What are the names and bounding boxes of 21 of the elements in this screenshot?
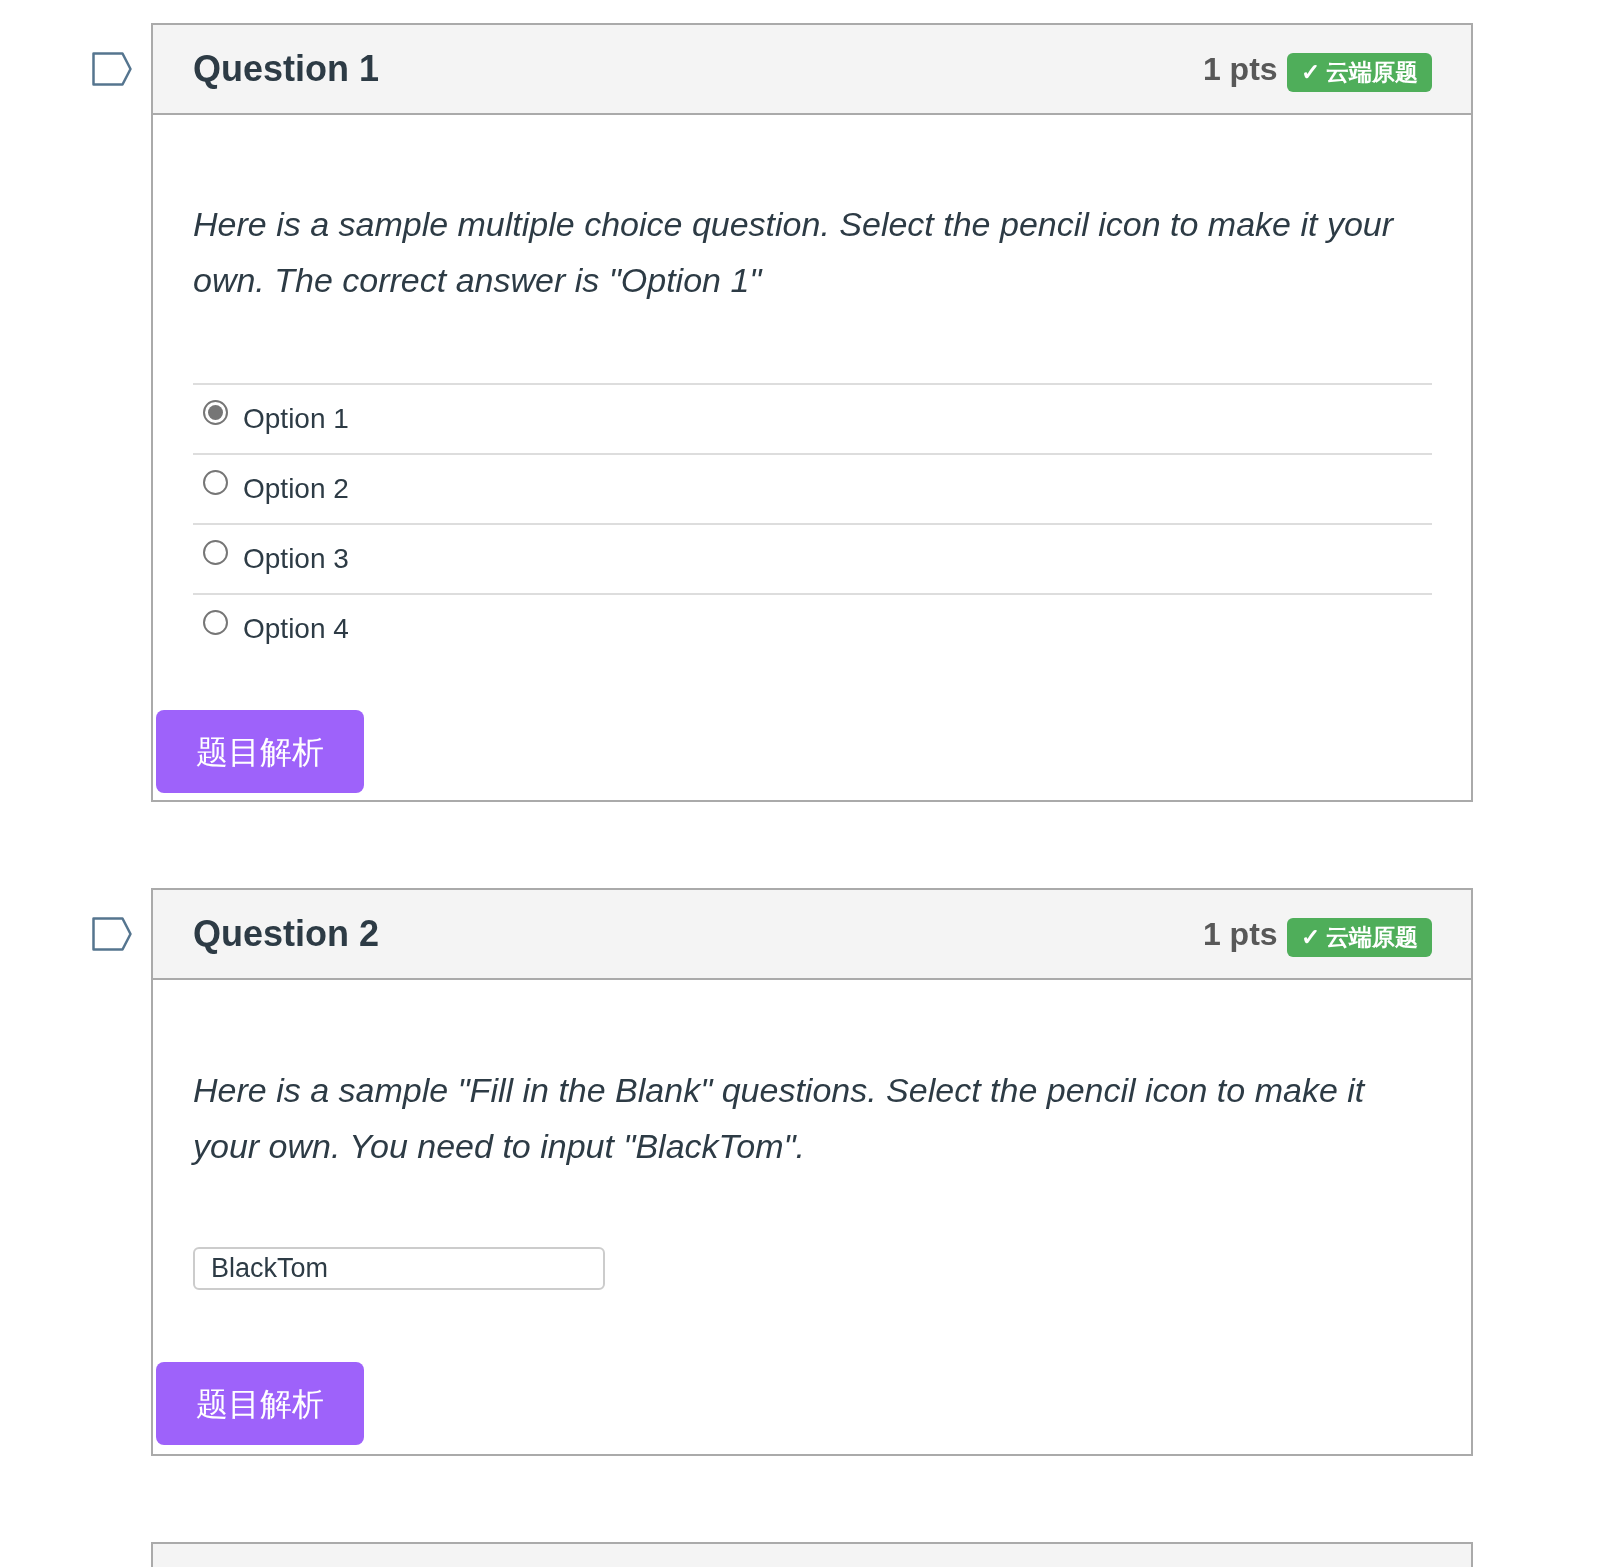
question-text: Here is a sample "Fill in the Blank" questions. Select the pencil icon to make it your own. You need to input "BlackTom". [193,1070,1367,1167]
source-badge: ✓ 云端原题 [1286,917,1432,957]
radio-button[interactable] [203,539,228,565]
tag-icon[interactable] [92,917,132,951]
option-label[interactable]: Option 3 [243,538,349,580]
explanation-button[interactable]: 题目解析 [156,1362,364,1445]
radio-button[interactable] [203,609,228,635]
question-title: Question 2 [193,912,380,956]
answer-field[interactable]: BlackTom [193,1247,605,1290]
option-label[interactable]: Option 2 [243,468,349,510]
question-title: Question 1 [193,47,380,91]
radio-button[interactable] [203,469,228,495]
option-label[interactable]: Option 1 [243,398,349,440]
tag-icon[interactable] [92,52,132,86]
explanation-button[interactable]: 题目解析 [156,710,364,793]
source-badge: ✓ 云端原题 [1286,52,1432,92]
option-label[interactable]: Option 4 [243,608,349,650]
points-label: 1 pts [1202,915,1278,954]
points-label: 1 pts [1202,50,1278,89]
radio-button[interactable] [203,399,228,425]
question-text: Here is a sample multiple choice question. Select the pencil icon to make it your own. The correct answer is "Option 1" [193,204,1395,301]
